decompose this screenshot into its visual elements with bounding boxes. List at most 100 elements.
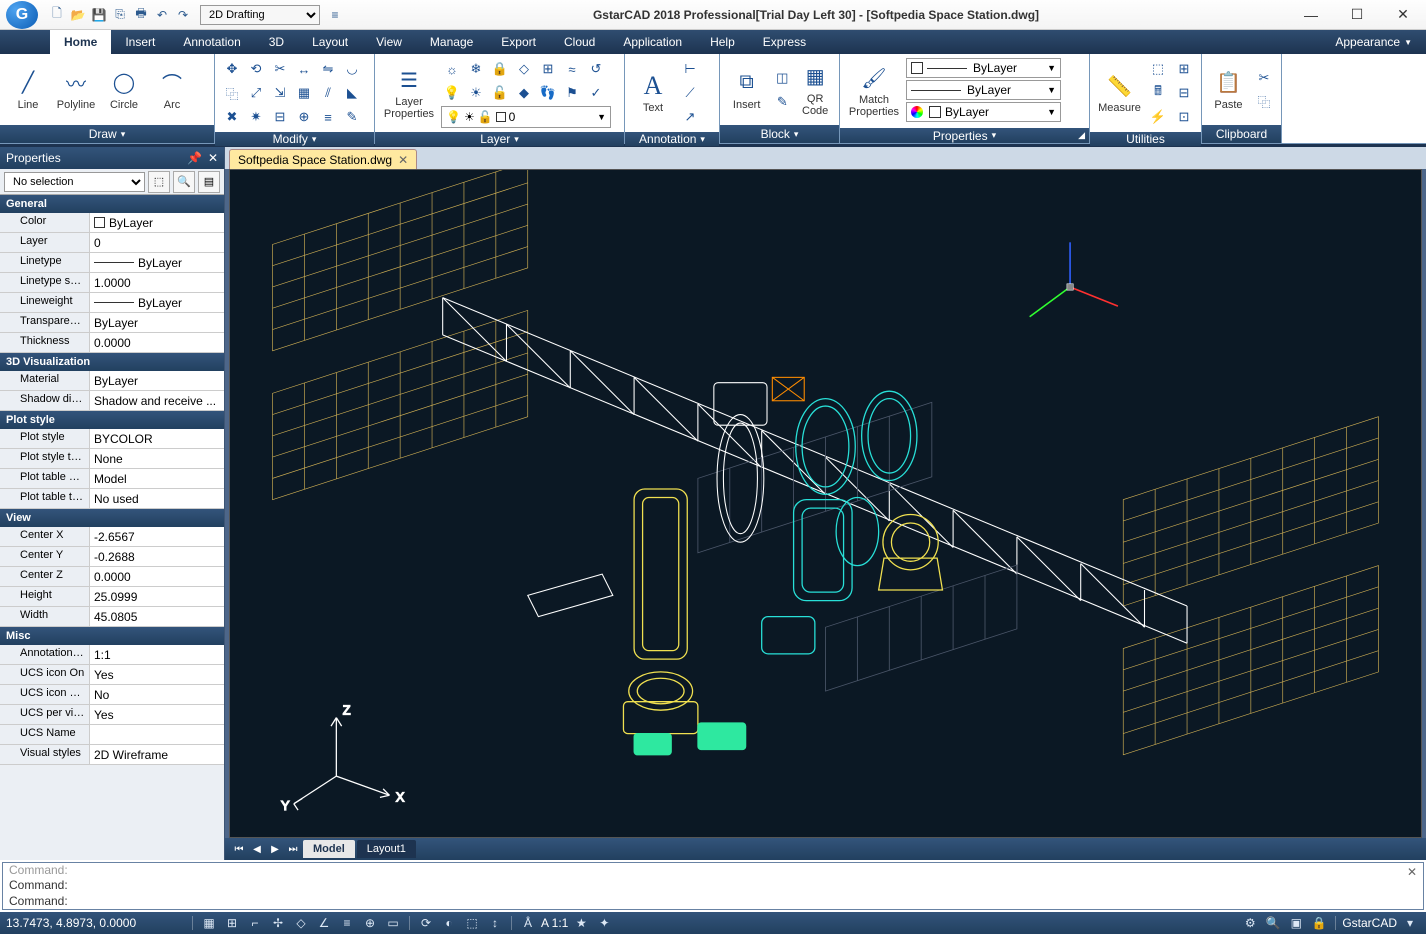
layer-unlock-icon[interactable]: 🔓 (489, 82, 511, 104)
tab-view[interactable]: View (362, 30, 416, 54)
quickselect-panel-icon[interactable]: 🔍 (173, 171, 195, 193)
prop-value[interactable] (90, 725, 224, 744)
prop-value[interactable]: ByLayer (90, 213, 224, 232)
layer-on-icon[interactable]: 💡 (441, 82, 463, 104)
cycle-icon[interactable]: ⟳ (416, 914, 436, 932)
util5-icon[interactable]: ⊟ (1173, 82, 1195, 104)
prop-value[interactable]: Yes (90, 705, 224, 724)
move-icon[interactable]: ✥ (221, 58, 243, 80)
polar-icon[interactable]: ✢ (268, 914, 288, 932)
prop-row[interactable]: Linetype scale1.0000 (0, 273, 224, 293)
calc-icon[interactable]: 🖩 (1147, 82, 1169, 104)
tab-home[interactable]: Home (50, 30, 111, 54)
layer-match-icon[interactable]: ≈ (561, 58, 583, 80)
prop-row[interactable]: Plot style tableNone (0, 449, 224, 469)
redo-icon[interactable]: ↷ (174, 6, 192, 24)
circle-button[interactable]: ◯Circle (102, 60, 146, 120)
copy-clip-icon[interactable]: ⿻ (1253, 91, 1275, 113)
cmd-input[interactable]: Command: (3, 894, 1423, 909)
extend-icon[interactable]: ↔ (293, 58, 315, 80)
transp-icon[interactable]: ◐ (439, 914, 459, 932)
prop-row[interactable]: UCS Name (0, 725, 224, 745)
explode-icon[interactable]: ✷ (245, 106, 267, 128)
util4-icon[interactable]: ⊞ (1173, 58, 1195, 80)
tab-annotation[interactable]: Annotation (169, 30, 254, 54)
grid-icon[interactable]: ⊞ (222, 914, 242, 932)
lweight-icon[interactable]: ≡ (337, 914, 357, 932)
copy-icon[interactable]: ⿻ (221, 82, 243, 104)
quickselect-icon[interactable]: ⚡ (1147, 106, 1169, 128)
qrcode-button[interactable]: ▦QR Code (797, 60, 833, 120)
mirror-icon[interactable]: ⇋ (317, 58, 339, 80)
tab-insert[interactable]: Insert (111, 30, 169, 54)
prop-row[interactable]: Height25.0999 (0, 587, 224, 607)
erase-icon[interactable]: ✖ (221, 106, 243, 128)
prop-row[interactable]: UCS icon OnYes (0, 665, 224, 685)
open-icon[interactable]: 📂 (69, 6, 87, 24)
prop-value[interactable]: Yes (90, 665, 224, 684)
command-line[interactable]: ✕ Command: Command: Command: (2, 862, 1424, 910)
tab-export[interactable]: Export (487, 30, 550, 54)
panel-modify-title[interactable]: Modify▾ (215, 132, 374, 146)
insert-button[interactable]: ⧉Insert (726, 60, 767, 120)
util6-icon[interactable]: ⊡ (1173, 106, 1195, 128)
lineweight-dropdown[interactable]: ByLayer▼ (906, 80, 1061, 100)
close-button[interactable]: ✕ (1380, 0, 1426, 30)
prop-value[interactable]: ByLayer (90, 253, 224, 272)
layer-walk-icon[interactable]: 👣 (537, 82, 559, 104)
scale-label[interactable]: A 1:1 (541, 916, 568, 930)
tab-manage[interactable]: Manage (416, 30, 487, 54)
new-icon[interactable]: 🗋 (48, 6, 66, 24)
tab-application[interactable]: Application (609, 30, 696, 54)
annoauto-icon[interactable]: ✦ (594, 914, 614, 932)
pim-icon[interactable]: ▤ (198, 171, 220, 193)
prop-value[interactable]: ByLayer (90, 371, 224, 390)
polyline-button[interactable]: 〰Polyline (54, 60, 98, 120)
layer-cur-icon[interactable]: ✓ (585, 82, 607, 104)
prop-row[interactable]: MaterialByLayer (0, 371, 224, 391)
layer-prev-icon[interactable]: ↺ (585, 58, 607, 80)
layout-next-icon[interactable]: ▶ (267, 841, 283, 857)
appearance-menu[interactable]: Appearance ▼ (1321, 30, 1426, 54)
cmdline-close-icon[interactable]: ✕ (1407, 865, 1417, 879)
prop-group-misc[interactable]: Misc (0, 627, 224, 645)
selection-dropdown[interactable]: No selection (4, 172, 145, 192)
layout-first-icon[interactable]: ⏮ (231, 841, 247, 857)
otrack-icon[interactable]: ∠ (314, 914, 334, 932)
offset-icon[interactable]: ⫽ (317, 82, 339, 104)
prop-value[interactable]: 1.0000 (90, 273, 224, 292)
clean-icon[interactable]: ▣ (1286, 914, 1306, 932)
model-icon[interactable]: ▭ (383, 914, 403, 932)
scale-icon[interactable]: ⤢ (245, 82, 267, 104)
selcyc-icon[interactable]: ↕ (485, 914, 505, 932)
fillet-icon[interactable]: ◡ (341, 58, 363, 80)
prop-row[interactable]: LinetypeByLayer (0, 253, 224, 273)
annoscale-icon[interactable]: Å (518, 914, 538, 932)
align-icon[interactable]: ≡ (317, 106, 339, 128)
layer-off-icon[interactable]: ☼ (441, 58, 463, 80)
dim-aligned-icon[interactable]: ⟋ (679, 82, 701, 104)
edit-icon[interactable]: ✎ (341, 106, 363, 128)
prop-value[interactable]: 0.0000 (90, 567, 224, 586)
tab-cloud[interactable]: Cloud (550, 30, 609, 54)
prop-row[interactable]: Annotation s...1:1 (0, 645, 224, 665)
maximize-button[interactable]: ☐ (1334, 0, 1380, 30)
arc-button[interactable]: ⌒Arc (150, 60, 194, 120)
dim-linear-icon[interactable]: ⊢ (679, 58, 701, 80)
prop-value[interactable]: BYCOLOR (90, 429, 224, 448)
tab-express[interactable]: Express (749, 30, 820, 54)
annovis-icon[interactable]: ★ (571, 914, 591, 932)
prop-value[interactable]: -2.6567 (90, 527, 224, 546)
prop-row[interactable]: UCS per vie...Yes (0, 705, 224, 725)
layout-last-icon[interactable]: ⏭ (285, 841, 301, 857)
panel-draw-title[interactable]: Draw▾ (0, 125, 214, 143)
prop-value[interactable]: 25.0999 (90, 587, 224, 606)
prop-row[interactable]: TransparencyByLayer (0, 313, 224, 333)
create-block-icon[interactable]: ◫ (771, 67, 793, 89)
line-button[interactable]: ╱Line (6, 60, 50, 120)
prop-row[interactable]: Plot styleBYCOLOR (0, 429, 224, 449)
prop-row[interactable]: UCS icon at ...No (0, 685, 224, 705)
layout-prev-icon[interactable]: ◀ (249, 841, 265, 857)
pin-icon[interactable]: 📌 (187, 151, 202, 165)
model-tab[interactable]: Model (303, 840, 355, 858)
